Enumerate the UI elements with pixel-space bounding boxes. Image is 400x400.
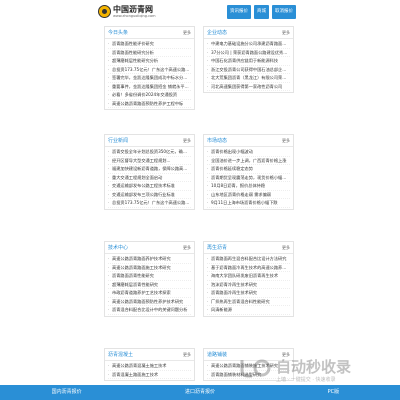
news-list: 高速公路沥青路面养护技术研究 高速公路沥青路面施工技术研究 沥青路面沥青性能研究… xyxy=(105,254,194,316)
list-item[interactable]: 沥青路面铺装材料选型研究 xyxy=(207,371,290,379)
news-list: 高速公路沥青路面铺装施工技术研究 沥青路面铺装材料选型研究 xyxy=(204,361,293,380)
panel-road-paving: 道路铺装 更多 高速公路沥青路面铺装施工技术研究 沥青路面铺装材料选型研究 xyxy=(203,348,294,381)
more-link[interactable]: 更多 xyxy=(183,138,191,144)
list-item[interactable]: 高速公路沥青混凝土施工技术 xyxy=(108,362,191,371)
panel-recycled-asphalt: 再生沥青 更多 沥青路面再生混合料配合比设计方法研究 基于沥青路面冷再生技术的高… xyxy=(203,241,294,317)
list-item[interactable]: 高速公路沥青路面铺装施工技术研究 xyxy=(207,362,290,371)
list-item[interactable]: 交通运输部发布公路工程技术标准 xyxy=(108,182,191,191)
news-list: 沥青路面性能评价研究 沥青路面性能研究分析 超薄磨耗层性能研究分析 总投资173… xyxy=(105,39,194,109)
header-nav: 资讯报价 商城 取消报价 xyxy=(227,5,296,19)
news-list: 中建电力基础设施分公司承建沥青路面项目正... 37分公司 | 荣获沥青路面公路… xyxy=(204,39,293,92)
footer-import-price-link[interactable]: 进口沥青报价 xyxy=(133,385,266,400)
list-item[interactable]: 经开区督导大型交通工程规划... xyxy=(108,157,191,165)
panel-header: 行业新闻 更多 xyxy=(105,135,194,147)
panel-header: 企业动态 更多 xyxy=(204,27,293,39)
panel-company-news: 企业动态 更多 中建电力基础设施分公司承建沥青路面项目正... 37分公司 | … xyxy=(203,26,294,93)
site-header: 中国沥青网 www.zhonguoliqing.com 资讯报价 商城 取消报价 xyxy=(0,0,400,26)
list-item[interactable]: 山东地区沥青价格走弱 需求偏弱 xyxy=(207,191,290,199)
list-item[interactable]: 中国石化沥青供应链用于新能源科技 xyxy=(207,57,290,66)
panel-header: 市场动态 更多 xyxy=(204,135,293,147)
list-item[interactable]: 沥青路面性能评价研究 xyxy=(108,40,191,49)
list-item[interactable]: 中建电力基础设施分公司承建沥青路面项目正... xyxy=(207,40,290,49)
list-item[interactable]: 37分公司 | 荣获沥青路面公路建设优秀项目... xyxy=(207,49,290,57)
panel-header: 道路铺装 更多 xyxy=(204,349,293,361)
list-item[interactable]: 总投资173.75亿元！广东这个高速公路项目迎... xyxy=(108,66,191,74)
list-item[interactable]: 重要事件，金凯达隆集团招金 铺就永平缆车 xyxy=(108,83,191,91)
footer-domestic-price-link[interactable]: 国内沥青报价 xyxy=(0,385,133,400)
panel-title: 企业动态 xyxy=(207,30,228,36)
panel-header: 技术中心 更多 xyxy=(105,242,194,254)
list-item[interactable]: 交通运输部发布三项公路行业标准 xyxy=(108,191,191,199)
list-item[interactable]: 高速公路沥青路面养护技术研究 xyxy=(108,255,191,264)
list-item[interactable]: 泡沫沥青冷再生技术研究 xyxy=(207,281,290,289)
panel-title: 再生沥青 xyxy=(207,245,228,251)
panel-asphalt-concrete: 沥青混凝土 更多 高速公路沥青混凝土施工技术 沥青混凝土路面施工技术 xyxy=(104,348,195,381)
more-link[interactable]: 更多 xyxy=(282,138,290,144)
list-item[interactable]: 沥青期货呈现震荡走势，现货价格小幅下跌 xyxy=(207,174,290,182)
list-item[interactable]: 重大交通工程规划全面启动 xyxy=(108,174,191,182)
news-list: 高速公路沥青混凝土施工技术 沥青混凝土路面施工技术 xyxy=(105,361,194,380)
list-item[interactable]: 超薄磨耗层性能研究分析 xyxy=(108,57,191,66)
list-item[interactable]: 沥青价格延续稳定态势 xyxy=(207,165,290,174)
list-item[interactable]: 北大荒集团沥青（黑龙江）有限公司荣获... xyxy=(207,74,290,83)
footer-bar: 国内沥青报价 进口沥青报价 PC版 xyxy=(0,385,400,400)
price-news-button[interactable]: 资讯报价 xyxy=(227,5,251,19)
more-link[interactable]: 更多 xyxy=(282,352,290,358)
list-item[interactable]: 沥青价格出现小幅波动 xyxy=(207,148,290,157)
list-item[interactable]: 高速公路沥青路面施工技术研究 xyxy=(108,264,191,272)
list-item[interactable]: 必看！多省份调价2024年交通投资 xyxy=(108,91,191,100)
list-item[interactable]: 厂拌热再生沥青混合料性能研究 xyxy=(207,298,290,306)
list-item[interactable]: 沥青交投全年计划总投资350亿元，确保37个重... xyxy=(108,148,191,157)
list-item[interactable]: 海南大学团队研发废旧沥青再生技术 xyxy=(207,272,290,281)
list-item[interactable]: 高速公路沥青路面预防性养护工程中标 xyxy=(108,100,191,108)
list-item[interactable]: 总投资173.75亿元！广东这个高速公路项目... xyxy=(108,199,191,208)
list-item[interactable]: 风清新能源 xyxy=(207,306,290,315)
list-item[interactable]: 福建加快建设新沥青道路，保障公路高质量发展 xyxy=(108,165,191,174)
list-item[interactable]: 基于沥青路面冷再生技术的高速公路养护研究 xyxy=(207,264,290,272)
panel-tech-center: 技术中心 更多 高速公路沥青路面养护技术研究 高速公路沥青路面施工技术研究 沥青… xyxy=(104,241,195,317)
panel-title: 道路铺装 xyxy=(207,352,228,358)
logo-emblem-icon xyxy=(98,5,111,18)
list-item[interactable]: 签署完毕，金凯达隆集团成功中标水分拆开... xyxy=(108,74,191,83)
list-item[interactable]: 沥青路面再生混合料配合比设计方法研究 xyxy=(207,255,290,264)
list-item[interactable]: 河北高速集团获得第一家改性沥青公司 xyxy=(207,83,290,91)
panel-header: 再生沥青 更多 xyxy=(204,242,293,254)
news-list: 沥青路面再生混合料配合比设计方法研究 基于沥青路面冷再生技术的高速公路养护研究 … xyxy=(204,254,293,316)
panel-title: 技术中心 xyxy=(108,245,129,251)
footer-pc-link[interactable]: PC版 xyxy=(267,385,400,400)
list-item[interactable]: 沥青路面沥青性能研究 xyxy=(108,272,191,281)
panel-title: 沥青混凝土 xyxy=(108,352,134,358)
mall-button[interactable]: 商城 xyxy=(254,5,269,19)
news-list: 沥青价格出现小幅波动 全国油价进一步上调，广西沥青价格上涨 沥青价格延续稳定态势… xyxy=(204,147,293,209)
list-item[interactable]: 10月8日沥青，报价总体持稳 xyxy=(207,182,290,191)
panel-industry-news: 行业新闻 更多 沥青交投全年计划总投资350亿元，确保37个重... 经开区督导… xyxy=(104,134,195,210)
panel-title: 市场动态 xyxy=(207,138,228,144)
more-link[interactable]: 更多 xyxy=(183,245,191,251)
panel-title: 行业新闻 xyxy=(108,138,129,144)
panel-title: 今日头条 xyxy=(108,30,129,36)
panel-headlines: 今日头条 更多 沥青路面性能评价研究 沥青路面性能研究分析 超薄磨耗层性能研究分… xyxy=(104,26,195,110)
list-item[interactable]: 沥青路面性能研究分析 xyxy=(108,49,191,57)
list-item[interactable]: 市政沥青道路养护工艺技术探索 xyxy=(108,289,191,298)
more-link[interactable]: 更多 xyxy=(183,30,191,36)
list-item[interactable]: 超薄磨耗层沥青性能研究 xyxy=(108,281,191,289)
list-item[interactable]: 沥青路面冷再生技术研究 xyxy=(207,289,290,298)
list-item[interactable]: 9月11日上海市场沥青价格小幅下跌 xyxy=(207,199,290,208)
list-item[interactable]: 浙江交投沥青公司获得中国石油总部企业的... xyxy=(207,66,290,74)
more-link[interactable]: 更多 xyxy=(282,30,290,36)
panel-header: 今日头条 更多 xyxy=(105,27,194,39)
logo-url: www.zhonguoliqing.com xyxy=(113,14,156,18)
cancel-price-button[interactable]: 取消报价 xyxy=(272,5,296,19)
more-link[interactable]: 更多 xyxy=(183,352,191,358)
list-item[interactable]: 高速公路沥青路面预防性养护技术研究 xyxy=(108,298,191,306)
list-item[interactable]: 沥青混合料配合比设计中的关键问题分析 xyxy=(108,306,191,315)
more-link[interactable]: 更多 xyxy=(282,245,290,251)
news-list: 沥青交投全年计划总投资350亿元，确保37个重... 经开区督导大型交通工程规划… xyxy=(105,147,194,209)
panel-header: 沥青混凝土 更多 xyxy=(105,349,194,361)
list-item[interactable]: 全国油价进一步上调，广西沥青价格上涨 xyxy=(207,157,290,165)
panel-market-news: 市场动态 更多 沥青价格出现小幅波动 全国油价进一步上调，广西沥青价格上涨 沥青… xyxy=(203,134,294,210)
site-logo[interactable]: 中国沥青网 www.zhonguoliqing.com xyxy=(98,3,168,23)
list-item[interactable]: 沥青混凝土路面施工技术 xyxy=(108,371,191,379)
